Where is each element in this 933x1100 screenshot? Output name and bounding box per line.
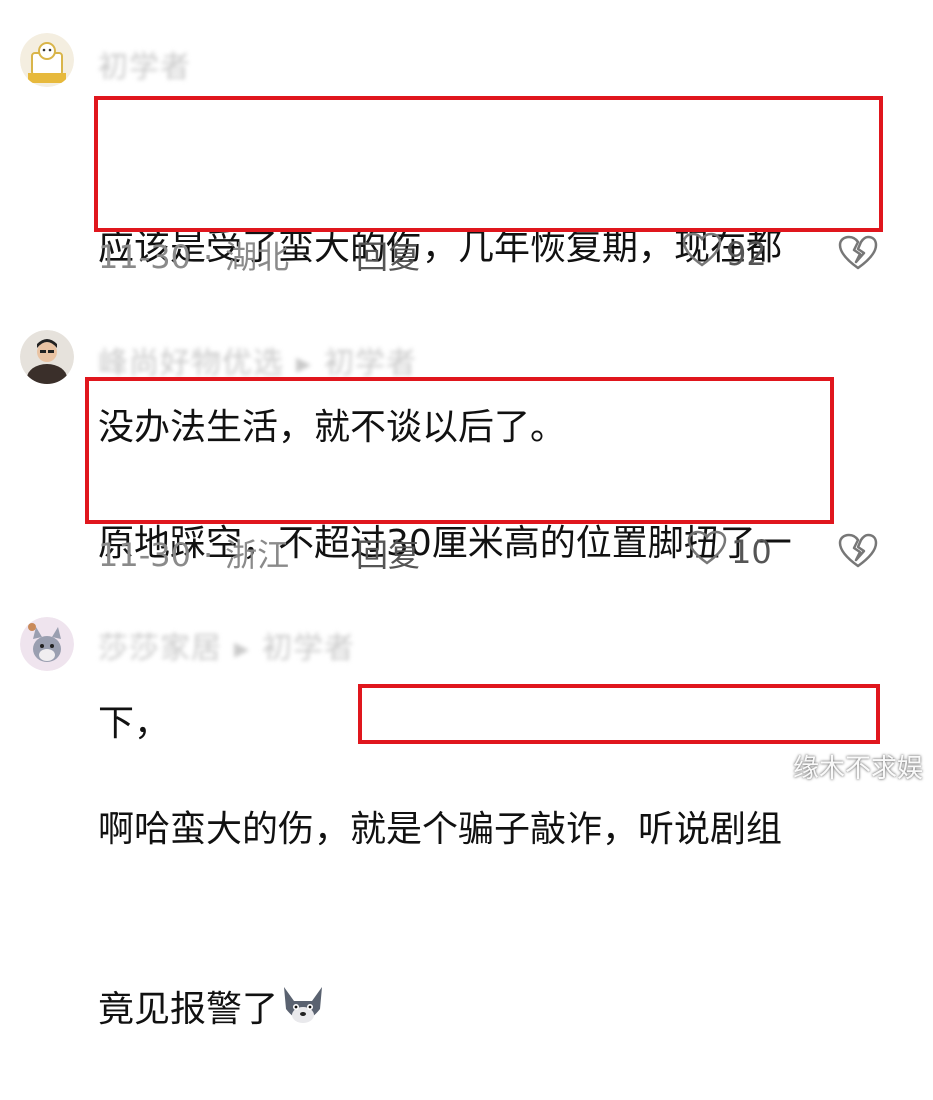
avatar[interactable] — [20, 33, 74, 87]
reply-to-name[interactable]: 初学者 — [262, 631, 355, 666]
username-name[interactable]: 莎莎家居 — [98, 631, 222, 666]
reply-arrow-icon: ▸ — [296, 346, 313, 381]
separator: · — [202, 238, 214, 276]
like-button[interactable]: 10 — [687, 530, 772, 574]
comment-location: 湖北 — [225, 238, 290, 276]
like-count: 92 — [726, 235, 767, 273]
separator: · — [202, 536, 214, 574]
like-count: 10 — [731, 533, 772, 571]
comment-line: 啊哈蛮大的伤，就是个骗子敲诈，听说剧组 — [98, 800, 782, 860]
dislike-button[interactable] — [838, 234, 878, 272]
reply-arrow-icon: ▸ — [234, 631, 251, 666]
like-button[interactable]: 92 — [682, 232, 767, 276]
username-name[interactable]: 峰尚好物优选 — [98, 346, 284, 381]
reply-button[interactable]: 回复 — [356, 232, 420, 278]
comment-date: 11-30 — [98, 536, 191, 574]
username[interactable]: 莎莎家居 ▸ 初学者 — [98, 623, 355, 667]
heart-icon — [682, 232, 722, 276]
comment-line-text: 竟见报警了 — [98, 989, 279, 1030]
comment-text: 啊哈蛮大的伤，就是个骗子敲诈，听说剧组 竟见报警了 — [98, 680, 782, 1100]
comment-location: 浙江 — [225, 536, 290, 574]
comment-meta: 11-30 · 湖北 回复 — [98, 232, 420, 278]
broken-heart-icon — [838, 235, 878, 276]
username[interactable]: 初学者 — [98, 42, 191, 86]
broken-heart-icon — [838, 533, 878, 574]
comment-text-plain: 啊哈蛮大的伤， — [98, 809, 351, 850]
heart-icon — [687, 530, 727, 574]
avatar[interactable] — [20, 617, 74, 671]
dislike-button[interactable] — [838, 532, 878, 570]
comment-text-highlighted: 就是个骗子敲诈，听说剧组 — [350, 809, 783, 850]
wolf-emoji — [278, 985, 328, 1027]
watermark: 缘木不求娱 — [792, 754, 923, 784]
comment-line: 竟见报警了 — [98, 980, 782, 1040]
username[interactable]: 峰尚好物优选 ▸ 初学者 — [98, 338, 417, 382]
reply-to-name[interactable]: 初学者 — [324, 346, 417, 381]
comment-meta: 11-30 · 浙江 回复 — [98, 530, 420, 576]
comment-date: 11-30 — [98, 238, 191, 276]
avatar[interactable] — [20, 330, 74, 384]
reply-button[interactable]: 回复 — [356, 530, 420, 576]
